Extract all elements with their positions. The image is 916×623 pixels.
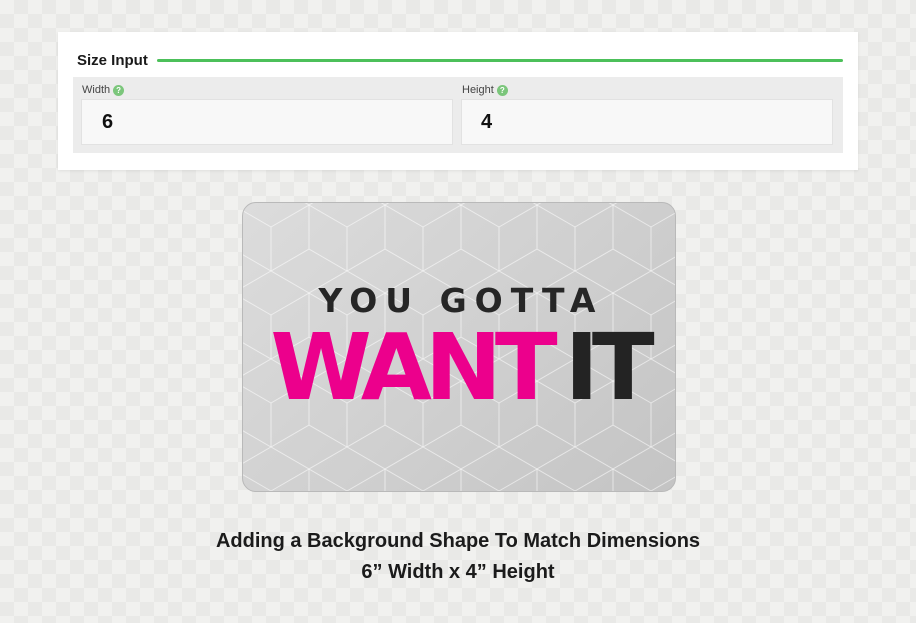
panel-title: Size Input [77,51,148,69]
word-it: IT [564,314,655,421]
width-field-group: Width ? [81,77,453,153]
width-input[interactable] [81,99,453,145]
help-icon[interactable]: ? [113,84,125,96]
caption-dimensions: 6” Width x 4” Height [361,561,555,583]
height-field-group: Height ? [461,77,833,153]
preview-card: YOU GOTTA WANT IT [242,202,676,492]
height-label: Height ? [462,84,508,96]
width-label: Width ? [82,84,125,96]
width-label-text: Width [82,84,111,96]
help-icon[interactable]: ? [496,84,508,96]
size-input-panel: Size Input Width ? Height ? [58,32,858,170]
panel-header: Size Input [77,51,843,69]
word-want: WANT [270,314,557,421]
size-fields: Width ? Height ? [73,77,843,153]
headline-want-it: WANT IT [257,313,661,423]
height-label-text: Height [462,84,494,96]
height-input[interactable] [461,99,833,145]
caption-title: Adding a Background Shape To Match Dimen… [215,530,701,552]
panel-divider [156,58,843,62]
